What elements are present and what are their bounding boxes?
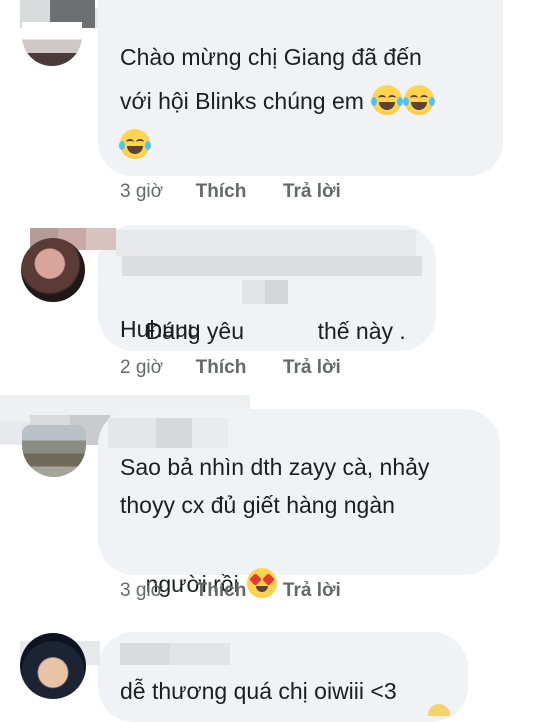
comment-meta: 2 giờ Thích Trả lời — [120, 357, 341, 379]
avatar[interactable] — [22, 22, 82, 66]
timestamp[interactable]: 2 giờ — [120, 357, 163, 378]
laugh-cry-emoji — [403, 85, 436, 115]
avatar[interactable] — [20, 633, 86, 699]
like-button[interactable]: Thích — [196, 580, 247, 601]
reply-button[interactable]: Trả lời — [283, 580, 341, 601]
redacted-word — [242, 280, 288, 304]
comment-text-line: thoyy cx đủ giết hàng ngàn — [120, 492, 395, 518]
laugh-cry-emoji — [371, 85, 404, 115]
reply-button[interactable]: Trả lời — [283, 357, 341, 378]
reply-button[interactable]: Trả lời — [283, 181, 341, 202]
comment-meta: 3 giờ Thích Trả lời — [120, 580, 341, 602]
redacted-name — [108, 418, 228, 448]
comment-text-line — [118, 126, 151, 164]
avatar[interactable] — [22, 425, 86, 477]
avatar[interactable] — [21, 238, 85, 302]
like-button[interactable]: Thích — [196, 357, 247, 378]
comment-text-line: với hội Blinks chúng em — [120, 82, 436, 120]
comment-text-line: dễ thương quá chị oiwiii <3 — [120, 678, 397, 704]
like-button[interactable]: Thích — [196, 181, 247, 202]
comment-text-line: Chào mừng chị Giang đã đến — [120, 44, 422, 70]
comment-text-line: Sao bả nhìn dth zayy cà, nhảy — [120, 454, 430, 480]
laugh-cry-emoji — [119, 129, 151, 159]
comment-text-line: Huhuuu — [120, 316, 201, 342]
timestamp[interactable]: 3 giờ — [120, 181, 163, 202]
comment-meta: 3 giờ Thích Trả lời — [120, 181, 341, 203]
timestamp[interactable]: 3 giờ — [120, 580, 163, 601]
redacted-name-2 — [30, 228, 430, 278]
